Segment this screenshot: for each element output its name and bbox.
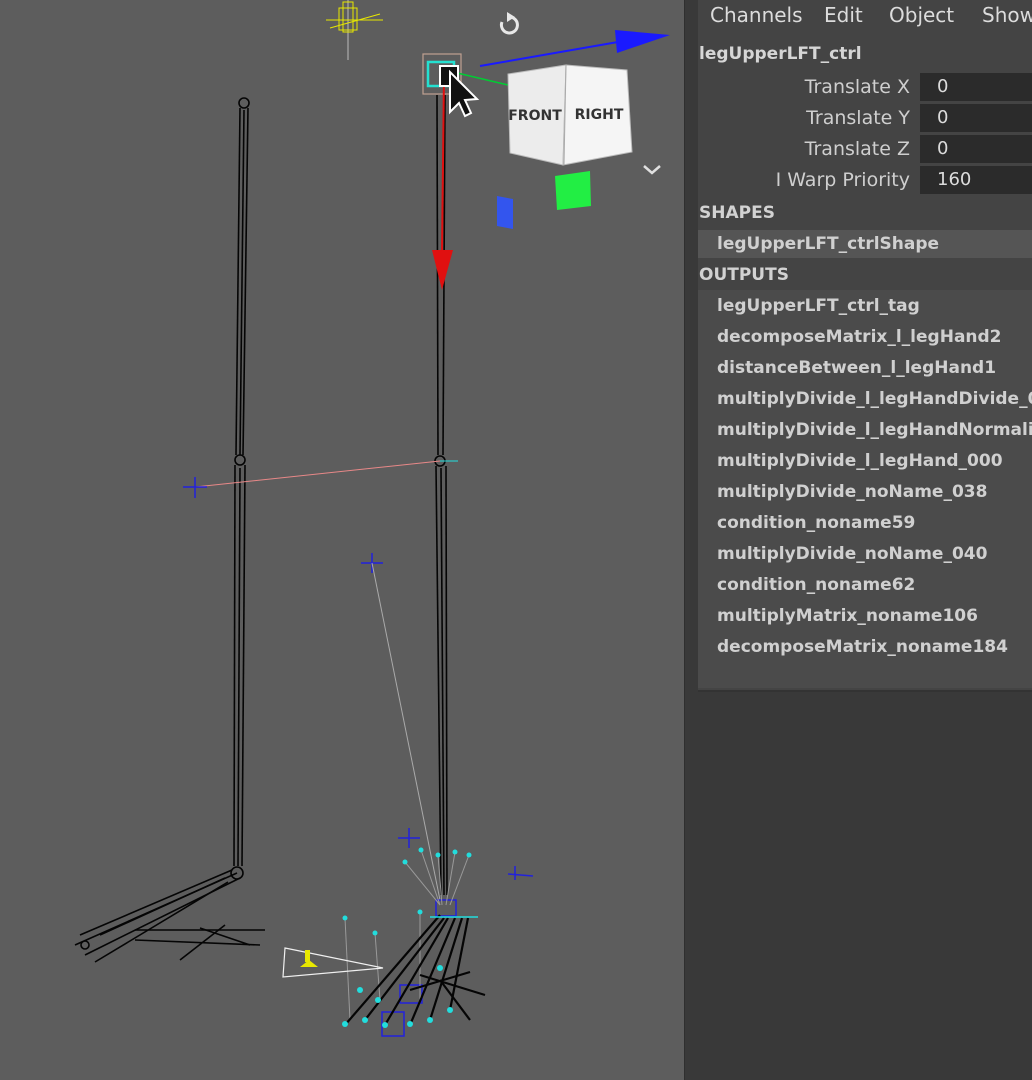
attr-row-translate-y[interactable]: Translate Y 0 <box>698 103 1032 133</box>
chevron-down-icon[interactable] <box>643 165 661 175</box>
menu-show[interactable]: Show <box>982 0 1032 30</box>
pole-vector-line <box>183 460 458 901</box>
3d-viewport[interactable]: FRONT RIGHT <box>0 0 684 1080</box>
outputs-list: legUpperLFT_ctrl_tag decomposeMatrix_l_l… <box>698 290 1032 688</box>
layer-editor-area <box>698 690 1032 1080</box>
attr-row-warp-priority[interactable]: I Warp Priority 160 <box>698 165 1032 195</box>
output-item[interactable]: condition_noname59 <box>717 513 915 533</box>
outputs-header[interactable]: OUTPUTS <box>699 265 789 285</box>
rotate-icon[interactable] <box>499 12 519 35</box>
left-leg-skeleton[interactable] <box>74 97 265 963</box>
output-item[interactable]: condition_noname62 <box>717 575 915 595</box>
foot-rig[interactable] <box>282 828 534 1037</box>
attr-field-translate-y[interactable]: 0 <box>920 104 1032 132</box>
shapes-header[interactable]: SHAPES <box>699 203 775 223</box>
attr-value[interactable]: 0 <box>937 73 948 101</box>
right-leg-skeleton[interactable] <box>434 94 448 896</box>
attr-field-translate-x[interactable]: 0 <box>920 73 1032 101</box>
attr-field-translate-z[interactable]: 0 <box>920 135 1032 163</box>
output-item[interactable]: multiplyMatrix_noname106 <box>717 606 978 626</box>
channel-box-panel: Channels Edit Object Show legUpperLFT_ct… <box>698 0 1032 1080</box>
menu-channels[interactable]: Channels <box>710 0 803 30</box>
output-item[interactable]: distanceBetween_l_legHand1 <box>717 358 996 378</box>
menu-object[interactable]: Object <box>889 0 954 30</box>
node-name[interactable]: legUpperLFT_ctrl <box>699 44 862 64</box>
attr-value[interactable]: 0 <box>937 135 948 163</box>
viewcube-right-label[interactable]: RIGHT <box>575 107 624 123</box>
output-item[interactable]: multiplyDivide_l_legHand_000 <box>717 451 1003 471</box>
panel-splitter[interactable] <box>684 0 699 1080</box>
viewcube-front-label[interactable]: FRONT <box>508 108 562 124</box>
scene-canvas[interactable]: FRONT RIGHT <box>0 0 684 1080</box>
shape-item[interactable]: legUpperLFT_ctrlShape <box>717 234 939 254</box>
output-item[interactable]: multiplyDivide_l_legHandNormaliz <box>717 420 1032 440</box>
attr-field-warp-priority[interactable]: 160 <box>920 166 1032 194</box>
output-item[interactable]: decomposeMatrix_noname184 <box>717 637 1008 657</box>
output-item[interactable]: legUpperLFT_ctrl_tag <box>717 296 920 316</box>
output-item[interactable]: multiplyDivide_noName_038 <box>717 482 987 502</box>
shape-row[interactable]: legUpperLFT_ctrlShape <box>698 230 1032 258</box>
output-item[interactable]: multiplyDivide_l_legHandDivide_0 <box>717 389 1032 409</box>
attr-label[interactable]: I Warp Priority <box>776 165 910 195</box>
view-cube[interactable]: FRONT RIGHT <box>507 64 633 166</box>
attr-label[interactable]: Translate Z <box>805 134 910 164</box>
output-item[interactable]: multiplyDivide_noName_040 <box>717 544 987 564</box>
attr-label[interactable]: Translate X <box>805 72 910 102</box>
attr-row-translate-x[interactable]: Translate X 0 <box>698 72 1032 102</box>
head-control[interactable] <box>326 0 383 60</box>
output-item[interactable]: decomposeMatrix_l_legHand2 <box>717 327 1002 347</box>
attr-value[interactable]: 0 <box>937 104 948 132</box>
attr-row-translate-z[interactable]: Translate Z 0 <box>698 134 1032 164</box>
attr-label[interactable]: Translate Y <box>806 103 910 133</box>
attr-value[interactable]: 160 <box>937 166 971 194</box>
menu-edit[interactable]: Edit <box>824 0 863 30</box>
channel-box-menubar: Channels Edit Object Show <box>698 0 1032 34</box>
